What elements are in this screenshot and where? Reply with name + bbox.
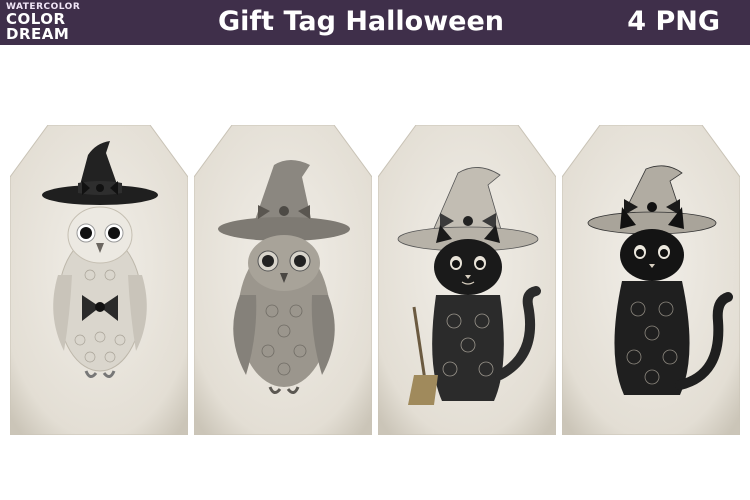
brand-line-3: DREAM <box>6 25 70 43</box>
tag-gallery <box>0 45 750 500</box>
cat-lace-illustration <box>562 125 740 435</box>
page-title: Gift Tag Halloween <box>217 6 505 37</box>
header-banner: WATERCOLOR COLOR DREAM Gift Tag Hallowee… <box>0 0 750 45</box>
file-count: 4 PNG <box>627 6 720 37</box>
owl-white-illustration <box>10 125 188 435</box>
gift-tag-owl-gray <box>194 125 372 435</box>
gift-tag-cat-lace <box>562 125 740 435</box>
gift-tag-cat-broom <box>378 125 556 435</box>
brand-logo: WATERCOLOR COLOR DREAM <box>6 3 86 42</box>
gift-tag-owl-white <box>10 125 188 435</box>
cat-broom-illustration <box>378 125 556 435</box>
owl-gray-illustration <box>194 125 372 435</box>
